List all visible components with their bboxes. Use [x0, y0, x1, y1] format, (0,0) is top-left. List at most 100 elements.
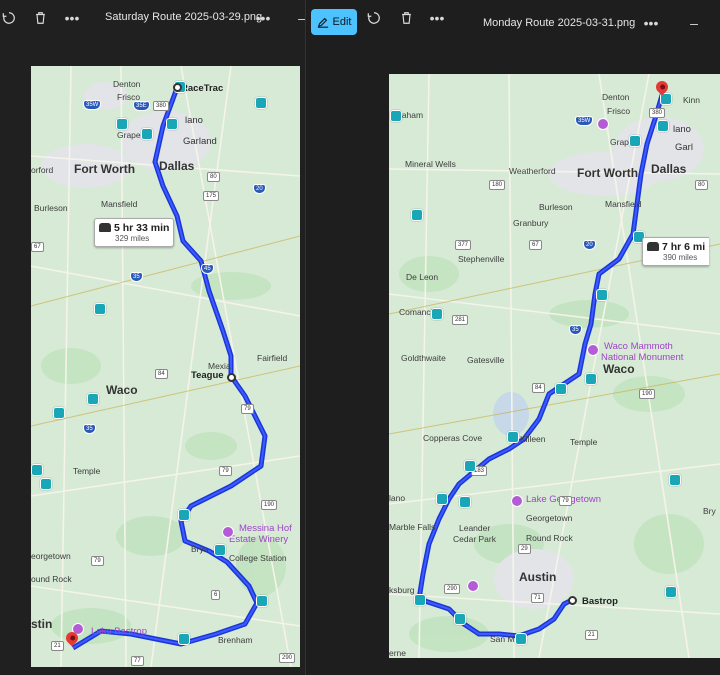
place-label: Mineral Wells: [405, 159, 456, 169]
map-marker-icon[interactable]: [629, 135, 641, 147]
map-marker-icon[interactable]: [669, 474, 681, 486]
map-marker-icon[interactable]: [459, 496, 471, 508]
place-label: De Leon: [406, 272, 439, 282]
poi-icon[interactable]: [597, 118, 609, 130]
place-label: Waco: [603, 362, 635, 376]
place-label: Round Rock: [526, 533, 573, 543]
highway-shield: 380: [153, 101, 170, 111]
place-label: Bry: [703, 506, 716, 516]
map-marker-icon[interactable]: [436, 493, 448, 505]
route-start-marker[interactable]: [173, 83, 182, 92]
route-time: 5 hr 33 min: [114, 222, 170, 234]
map-marker-icon[interactable]: [178, 633, 190, 645]
highway-shield: 79: [559, 496, 572, 506]
file-title: Monday Route 2025-03-31.png: [483, 17, 636, 29]
delete-icon[interactable]: [28, 6, 52, 30]
place-label: San M: [490, 634, 515, 644]
highway-shield: 84: [155, 369, 168, 379]
place-label: Austin: [519, 570, 557, 584]
highway-shield: 45: [201, 264, 214, 274]
place-label: Fairfield: [257, 353, 288, 363]
place-label: Gatesville: [467, 355, 505, 365]
highway-shield: 190: [261, 500, 278, 510]
map-marker-icon[interactable]: [141, 128, 153, 140]
highway-shield: 190: [639, 389, 656, 399]
place-label: Temple: [73, 466, 101, 476]
map-marker-icon[interactable]: [31, 464, 43, 476]
place-label: Goldthwaite: [401, 353, 446, 363]
place-label: Cedar Park: [453, 534, 496, 544]
place-label: ound Rock: [31, 574, 72, 584]
edit-button[interactable]: Edit: [311, 9, 357, 35]
monument-poi-icon[interactable]: [587, 344, 599, 356]
place-label: College Station: [229, 553, 287, 563]
minimize-button[interactable]: –: [290, 6, 305, 30]
highway-shield: 377: [455, 240, 472, 250]
more-options-button-2[interactable]: •••: [251, 6, 275, 30]
map-marker-icon[interactable]: [515, 633, 527, 645]
map-marker-icon[interactable]: [116, 118, 128, 130]
place-label: stin: [31, 617, 53, 631]
highway-shield: 77: [131, 656, 144, 666]
place-label: Fort Worth: [74, 162, 136, 176]
map-marker-icon[interactable]: [414, 594, 426, 606]
place-label: Bastrop: [582, 596, 618, 607]
highway-shield: 35: [83, 424, 96, 434]
route-start-marker[interactable]: [568, 596, 577, 605]
place-label: Brenham: [218, 635, 253, 645]
map-marker-icon[interactable]: [390, 110, 402, 122]
map-marker-icon[interactable]: [596, 289, 608, 301]
place-label: Dallas: [159, 159, 195, 173]
map-marker-icon[interactable]: [214, 544, 226, 556]
more-options-button[interactable]: •••: [425, 6, 449, 30]
map-marker-icon[interactable]: [40, 478, 52, 490]
route-waypoint-marker[interactable]: [227, 373, 236, 382]
map-marker-icon[interactable]: [87, 393, 99, 405]
place-label: orford: [31, 165, 54, 175]
map-marker-icon[interactable]: [178, 509, 190, 521]
map-marker-icon[interactable]: [585, 373, 597, 385]
highway-shield: 71: [531, 593, 544, 603]
poi-icon[interactable]: [467, 580, 479, 592]
map-marker-icon[interactable]: [94, 303, 106, 315]
minimize-button[interactable]: –: [682, 11, 706, 35]
map-marker-icon[interactable]: [665, 586, 677, 598]
route-map-saturday[interactable]: Denton Frisco RaceTrac lano Garland Grap…: [31, 66, 300, 667]
map-marker-icon[interactable]: [256, 595, 268, 607]
map-marker-icon[interactable]: [431, 308, 443, 320]
highway-shield: 21: [51, 641, 64, 651]
more-options-button-2[interactable]: •••: [639, 11, 663, 35]
place-label: Fort Worth: [577, 166, 639, 180]
route-duration-callout[interactable]: 7 hr 6 mi 390 miles: [642, 237, 710, 266]
car-icon: [99, 223, 111, 232]
map-marker-icon[interactable]: [166, 118, 178, 130]
highway-shield: 290: [279, 653, 296, 663]
map-marker-icon[interactable]: [555, 383, 567, 395]
highway-shield: 29: [518, 544, 531, 554]
more-options-button[interactable]: •••: [60, 6, 84, 30]
highway-shield: 79: [91, 556, 104, 566]
map-marker-icon[interactable]: [411, 209, 423, 221]
highway-shield: 35E: [133, 101, 150, 111]
place-label: raham: [399, 110, 424, 120]
winery-poi-icon[interactable]: [222, 526, 234, 538]
route-duration-callout[interactable]: 5 hr 33 min 329 miles: [94, 218, 175, 247]
place-label: Teague: [191, 370, 224, 381]
photo-viewer-saturday: ••• Saturday Route 2025-03-29.png ••• –: [0, 0, 306, 675]
highway-shield: 80: [207, 172, 220, 182]
route-map-monday[interactable]: raham Denton Frisco Kinn lano Garl Grap …: [389, 74, 720, 658]
map-marker-icon[interactable]: [454, 613, 466, 625]
highway-shield: 180: [489, 180, 506, 190]
map-marker-icon[interactable]: [255, 97, 267, 109]
delete-icon[interactable]: [394, 6, 418, 30]
map-marker-icon[interactable]: [507, 431, 519, 443]
lake-poi-icon[interactable]: [511, 495, 523, 507]
photo-viewer-monday: Edit ••• Monday Route 2025-03-31.png •••…: [307, 0, 720, 675]
map-marker-icon[interactable]: [657, 120, 669, 132]
highway-shield: 67: [529, 240, 542, 250]
highway-shield: 67: [31, 242, 44, 252]
rotate-icon[interactable]: [0, 6, 21, 30]
map-marker-icon[interactable]: [53, 407, 65, 419]
map-marker-icon[interactable]: [464, 460, 476, 472]
rotate-icon[interactable]: [362, 6, 386, 30]
